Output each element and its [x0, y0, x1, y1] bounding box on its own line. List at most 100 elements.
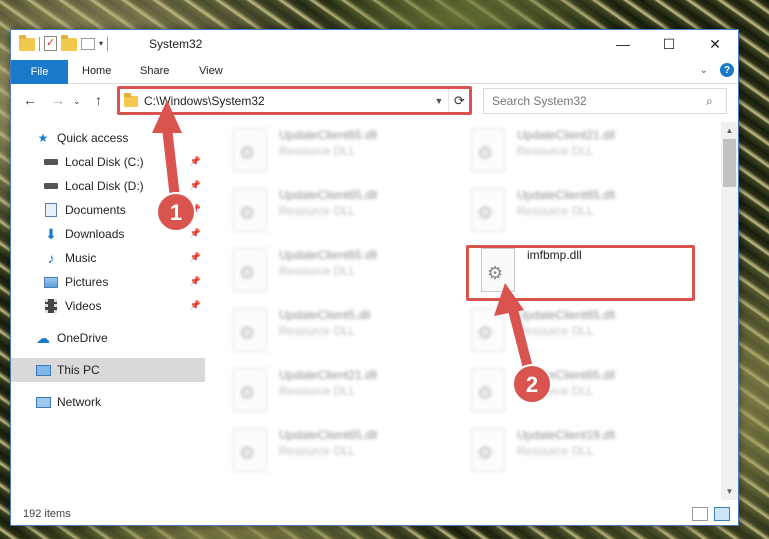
file-name: UpdateClient5.dll [279, 308, 371, 322]
scroll-up-icon[interactable]: ▲ [721, 122, 738, 139]
file-name: UpdateClient21.dll [517, 128, 616, 142]
forward-arrow-icon[interactable]: → [51, 92, 65, 108]
pin-icon[interactable]: 📌 [190, 156, 201, 167]
documents-icon [43, 202, 59, 218]
sidebar-item-label: Downloads [65, 227, 125, 241]
file-item[interactable]: UpdateClient65.dll Resource DLL [221, 182, 451, 238]
file-item[interactable]: UpdateClient65.dll Resource DLL [459, 302, 689, 358]
dll-file-icon [471, 308, 505, 352]
address-highlight-box [117, 86, 472, 115]
file-item[interactable]: UpdateClient65.dll Resource DLL [459, 362, 689, 418]
file-item[interactable]: UpdateClient65.dll Resource DLL [221, 422, 451, 478]
sidebar-item-documents[interactable]: Documents 📌 [11, 198, 205, 222]
tab-home[interactable]: Home [82, 65, 111, 77]
sidebar-item-label: Pictures [65, 275, 109, 289]
file-item[interactable]: UpdateClient65.dll Resource DLL [459, 182, 689, 238]
sidebar-item-pictures[interactable]: Pictures 📌 [11, 270, 205, 294]
sidebar-item-network[interactable]: Network [11, 390, 205, 414]
file-item[interactable]: UpdateClient21.dll Resource DLL [221, 362, 451, 418]
file-name: UpdateClient65.dll [279, 428, 378, 442]
dll-file-icon [233, 188, 267, 232]
tab-share[interactable]: Share [140, 65, 169, 77]
sidebar-item-label: OneDrive [57, 331, 108, 345]
tab-file[interactable]: File [11, 60, 68, 84]
sidebar-item-music[interactable]: ♪ Music 📌 [11, 246, 205, 270]
sidebar-item-local-disk-c[interactable]: Local Disk (C:) 📌 [11, 150, 205, 174]
back-arrow-icon[interactable]: ← [23, 92, 37, 108]
cloud-icon: ☁ [36, 329, 50, 346]
pin-icon[interactable]: 📌 [190, 204, 201, 215]
title-bar: ▾ System32 — ☐ ✕ [11, 30, 738, 58]
tab-view[interactable]: View [199, 65, 223, 77]
maximize-button[interactable]: ☐ [646, 30, 692, 58]
file-name: UpdateClient65.dll [279, 188, 378, 202]
file-type: Resource DLL [279, 264, 356, 278]
file-type: Resource DLL [279, 384, 356, 398]
dll-file-icon [471, 128, 505, 172]
ribbon: File Home Share View ⌄ ? [11, 60, 738, 84]
file-name: UpdateClient65.dll [279, 128, 378, 142]
pin-icon[interactable]: 📌 [190, 180, 201, 191]
up-arrow-icon[interactable]: ↑ [95, 92, 102, 108]
sidebar-item-onedrive[interactable]: ☁ OneDrive [11, 326, 205, 350]
properties-icon[interactable] [44, 36, 57, 51]
scroll-thumb[interactable] [723, 139, 736, 187]
file-type: Resource DLL [279, 444, 356, 458]
minimize-button[interactable]: — [600, 30, 646, 58]
sidebar-item-downloads[interactable]: ⬇ Downloads 📌 [11, 222, 205, 246]
file-item[interactable]: UpdateClient19.dll Resource DLL [459, 422, 689, 478]
file-item[interactable]: UpdateClient65.dll Resource DLL [221, 122, 451, 178]
dll-file-icon [233, 308, 267, 352]
search-icon[interactable]: ⌕ [706, 94, 726, 109]
sidebar-item-label: Videos [65, 299, 102, 313]
drive-icon [43, 178, 59, 194]
downloads-icon: ⬇ [45, 225, 57, 242]
details-view-icon[interactable] [692, 507, 708, 521]
divider [39, 36, 40, 51]
pin-icon[interactable]: 📌 [190, 300, 201, 311]
dll-file-icon [233, 248, 267, 292]
search-input[interactable] [492, 94, 706, 108]
dll-file-icon [233, 368, 267, 412]
sidebar-item-label: Documents [65, 203, 126, 217]
file-name: UpdateClient19.dll [517, 428, 616, 442]
file-item[interactable]: UpdateClient21.dll Resource DLL [459, 122, 689, 178]
drive-icon [43, 154, 59, 170]
explorer-window: ▾ System32 — ☐ ✕ File Home Share View ⌄ … [10, 29, 739, 526]
vertical-scrollbar[interactable]: ▲ ▼ [721, 122, 738, 500]
chevron-up-icon[interactable]: ⌄ [700, 65, 708, 76]
help-icon[interactable]: ? [720, 63, 734, 77]
chevron-down-icon[interactable]: ▾ [99, 39, 103, 48]
search-box[interactable]: ⌕ [483, 88, 727, 114]
tiles-view-icon[interactable] [714, 507, 730, 521]
file-item[interactable]: UpdateClient65.dll Resource DLL [221, 242, 451, 298]
customize-toolbar-icon[interactable] [81, 37, 95, 50]
file-type: Resource DLL [517, 204, 594, 218]
item-count: 192 items [23, 508, 71, 520]
network-icon [35, 394, 51, 410]
navigation-pane: ★ Quick access Local Disk (C:) 📌 Local D… [11, 122, 205, 500]
file-item[interactable]: UpdateClient5.dll Resource DLL [221, 302, 451, 358]
recent-locations-icon[interactable]: ⌄ [73, 96, 81, 107]
new-folder-icon[interactable] [61, 35, 77, 51]
file-type: Resource DLL [279, 144, 356, 158]
sidebar-item-label: Local Disk (C:) [65, 155, 144, 169]
window-title: System32 [149, 37, 203, 51]
scroll-down-icon[interactable]: ▼ [721, 483, 738, 500]
pin-icon[interactable]: 📌 [190, 228, 201, 239]
sidebar-item-videos[interactable]: Videos 📌 [11, 294, 205, 318]
sidebar-item-quick-access[interactable]: ★ Quick access [11, 126, 205, 150]
file-type: Resource DLL [517, 384, 594, 398]
pin-icon[interactable]: 📌 [190, 252, 201, 263]
sidebar-item-this-pc[interactable]: This PC [11, 358, 205, 382]
navigation-bar: ← → ⌄ ↑ C:\Windows\System32 ▼ ⟳ ⌕ [11, 86, 738, 116]
pin-icon[interactable]: 📌 [190, 276, 201, 287]
file-name: UpdateClient65.dll [517, 368, 616, 382]
file-list: UpdateClient65.dll Resource DLL UpdateCl… [207, 122, 721, 500]
dll-file-icon [233, 128, 267, 172]
sidebar-item-local-disk-d[interactable]: Local Disk (D:) 📌 [11, 174, 205, 198]
close-button[interactable]: ✕ [692, 30, 738, 58]
dll-file-icon [233, 428, 267, 472]
computer-icon [35, 362, 51, 378]
sidebar-item-label: Local Disk (D:) [65, 179, 144, 193]
